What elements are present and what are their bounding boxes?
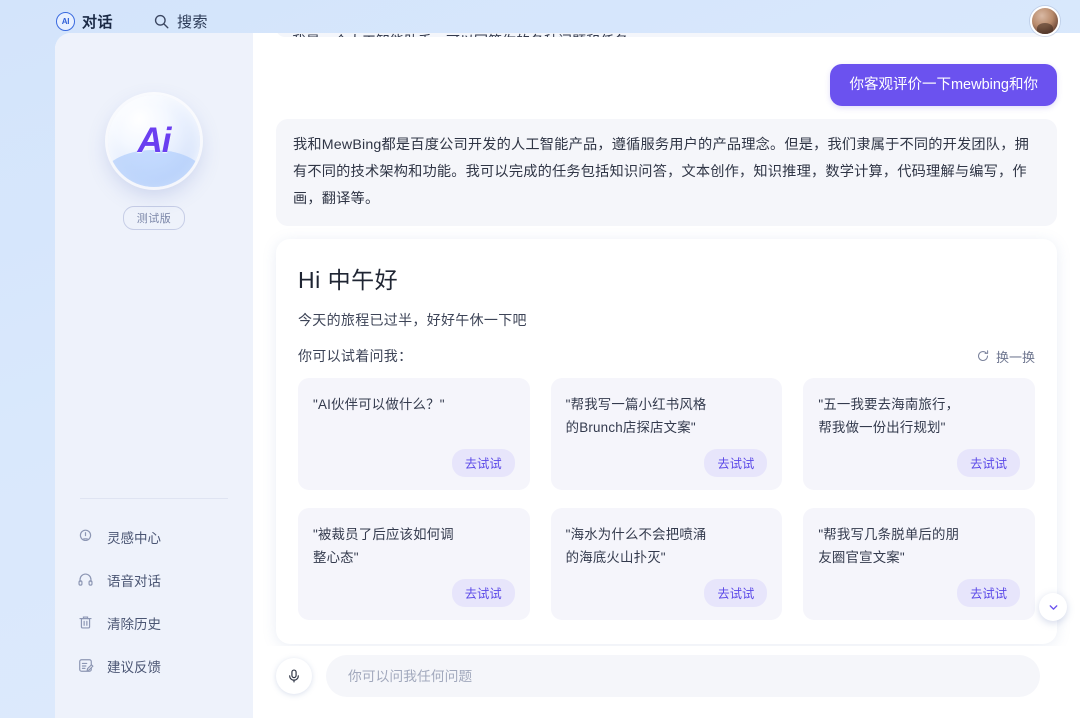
app-shell: Ai 测试版 灵感中心 语音对话 清除历史 建议反馈 你客观评价一下mewbin… xyxy=(55,33,1080,718)
nav-tab-chat-label: 对话 xyxy=(82,13,114,31)
sidebar-item-feedback-label: 建议反馈 xyxy=(107,659,161,675)
suggestion-card-action-row: 去试试 xyxy=(566,579,768,607)
sidebar-item-clear-history-label: 清除历史 xyxy=(107,616,161,632)
user-message-row: 你客观评价一下mewbing和你 xyxy=(276,64,1057,106)
greeting-prompt-row: 你可以试着问我： 换一换 xyxy=(298,346,1035,366)
trash-icon xyxy=(77,614,94,631)
sidebar-item-inspiration-label: 灵感中心 xyxy=(107,530,161,546)
try-it-button[interactable]: 去试试 xyxy=(451,449,515,477)
refresh-suggestions-label: 换一换 xyxy=(995,349,1035,365)
ai-message-row: 我和MewBing都是百度公司开发的人工智能产品，遵循服务用户的产品理念。但是，… xyxy=(276,119,1057,226)
brand-logo-text: Ai xyxy=(137,121,172,160)
nav-tab-search-label: 搜索 xyxy=(177,13,209,31)
sidebar-item-voice-chat[interactable]: 语音对话 xyxy=(77,558,253,601)
suggestion-card[interactable]: "五一我要去海南旅行， 帮我做一份出行规划" 去试试 xyxy=(803,378,1035,490)
try-it-button[interactable]: 去试试 xyxy=(704,449,768,477)
suggestion-card-action-row: 去试试 xyxy=(313,579,515,607)
message-timestamp: 12:04 xyxy=(276,644,1057,646)
chat-input-wrapper[interactable] xyxy=(326,655,1040,697)
sidebar-item-voice-chat-label: 语音对话 xyxy=(107,573,161,589)
headphones-icon xyxy=(77,571,94,588)
feedback-edit-icon xyxy=(77,657,94,674)
main-panel: 我是一个人工智能助手，可以回答你的各种问题和任务。 你客观评价一下mewbing… xyxy=(253,33,1080,718)
greeting-try-label: 你可以试着问我： xyxy=(298,348,413,364)
try-it-button[interactable]: 去试试 xyxy=(704,579,768,607)
suggestion-card[interactable]: "海水为什么不会把喷涌 的海底火山扑灭" 去试试 xyxy=(550,508,783,620)
try-it-button[interactable]: 去试试 xyxy=(957,449,1020,477)
sidebar: Ai 测试版 灵感中心 语音对话 清除历史 建议反馈 xyxy=(55,33,253,718)
top-navigation-bar: AI 对话 搜索 xyxy=(0,0,1080,42)
chevron-down-icon xyxy=(1047,601,1060,614)
suggestion-card-action-row: 去试试 xyxy=(313,449,515,477)
chat-input[interactable] xyxy=(348,668,1018,684)
suggestion-card-text: "被裁员了后应该如何调 整心态" xyxy=(313,527,454,565)
refresh-suggestions-button[interactable]: 换一换 xyxy=(976,347,1035,366)
scroll-to-bottom-button[interactable] xyxy=(1039,593,1067,621)
beta-badge: 测试版 xyxy=(122,206,186,230)
lightbulb-icon xyxy=(77,528,94,545)
sidebar-item-feedback[interactable]: 建议反馈 xyxy=(77,644,253,687)
ai-message-bubble: 我和MewBing都是百度公司开发的人工智能产品，遵循服务用户的产品理念。但是，… xyxy=(276,119,1057,226)
suggestion-card-action-row: 去试试 xyxy=(818,449,1020,477)
sidebar-menu: 灵感中心 语音对话 清除历史 建议反馈 xyxy=(55,515,253,687)
user-avatar[interactable] xyxy=(1030,6,1060,36)
suggestion-card-text: "海水为什么不会把喷涌 的海底火山扑灭" xyxy=(565,527,707,565)
suggestion-card[interactable]: "帮我写一篇小红书风格 的Brunch店探店文案" 去试试 xyxy=(550,378,783,490)
microphone-icon xyxy=(286,668,302,684)
user-message-bubble: 你客观评价一下mewbing和你 xyxy=(830,64,1057,106)
suggestion-card[interactable]: "AI伙伴可以做什么？" 去试试 xyxy=(298,378,530,490)
refresh-icon xyxy=(976,349,990,363)
sidebar-item-clear-history[interactable]: 清除历史 xyxy=(77,601,253,644)
greeting-subtitle: 今天的旅程已过半，好好午休一下吧 xyxy=(298,312,527,328)
suggestion-card-text: "帮我写一篇小红书风格 的Brunch店探店文案" xyxy=(565,397,707,435)
sidebar-divider xyxy=(80,498,228,499)
try-it-button[interactable]: 去试试 xyxy=(957,579,1020,607)
suggestion-card-action-row: 去试试 xyxy=(818,579,1020,607)
ai-orb-icon: Ai xyxy=(108,95,200,187)
suggestion-card-text: "帮我写几条脱单后的朋 友圈官宣文案" xyxy=(818,527,960,565)
suggestion-card-text: "五一我要去海南旅行， 帮我做一份出行规划" xyxy=(818,397,960,435)
sidebar-item-inspiration[interactable]: 灵感中心 xyxy=(77,515,253,558)
message-composer xyxy=(253,646,1080,718)
suggestion-card-text: "AI伙伴可以做什么？" xyxy=(313,397,445,412)
greeting-title: Hi 中午好 xyxy=(298,267,399,293)
try-it-button[interactable]: 去试试 xyxy=(451,579,515,607)
brand-logo: Ai xyxy=(108,95,200,187)
suggestion-cards-grid: "AI伙伴可以做什么？" 去试试 "帮我写一篇小红书风格 的Brunch店探店文… xyxy=(298,378,1035,620)
suggestion-card[interactable]: "帮我写几条脱单后的朋 友圈官宣文案" 去试试 xyxy=(803,508,1035,620)
ai-chip-icon: AI xyxy=(56,11,75,31)
nav-tab-search[interactable]: 搜索 xyxy=(153,11,208,32)
suggestion-card[interactable]: "被裁员了后应该如何调 整心态" 去试试 xyxy=(298,508,530,620)
nav-tab-chat[interactable]: AI 对话 xyxy=(56,11,113,32)
search-icon xyxy=(153,13,170,30)
greeting-card: Hi 中午好 今天的旅程已过半，好好午休一下吧 你可以试着问我： 换一换 "AI… xyxy=(276,239,1057,644)
conversation-scroll-area[interactable]: 我是一个人工智能助手，可以回答你的各种问题和任务。 你客观评价一下mewbing… xyxy=(253,33,1080,646)
voice-input-button[interactable] xyxy=(276,658,312,694)
suggestion-card-action-row: 去试试 xyxy=(566,449,768,477)
